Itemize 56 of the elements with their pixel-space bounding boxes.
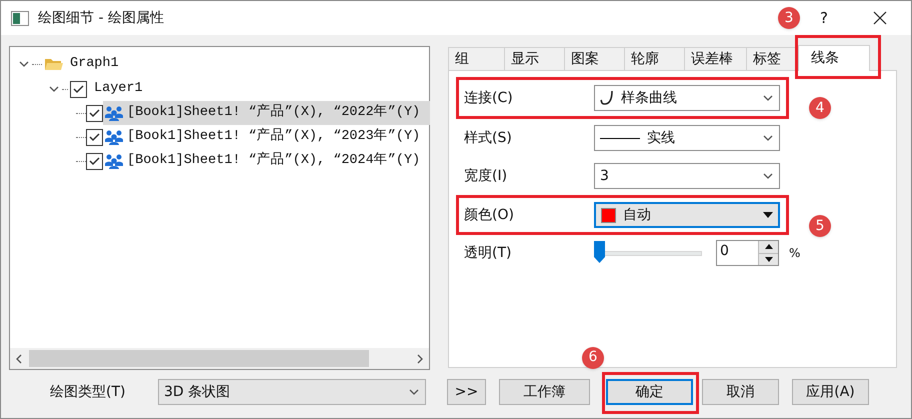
tab[interactable]: 轮廓 — [624, 47, 684, 70]
checkbox[interactable] — [86, 128, 103, 146]
checkmark-icon — [89, 132, 100, 142]
field-label: 连接(C) — [464, 88, 514, 108]
tree-item[interactable]: [Book1]Sheet1! “产品”(X), “2022年”(Y) — [103, 101, 430, 125]
checkmark-icon — [89, 108, 100, 118]
tab[interactable]: 误差棒 — [684, 47, 746, 70]
dropdown[interactable]: 实线 — [594, 125, 780, 151]
tab[interactable]: 线条 — [798, 45, 870, 71]
color-swatch — [601, 208, 616, 222]
dialog-button[interactable]: 取消 — [702, 379, 779, 406]
dialog-button[interactable]: 确定 — [606, 379, 693, 406]
step-badge: 5 — [809, 215, 831, 237]
tree-item[interactable]: Layer1 — [94, 78, 143, 100]
tab[interactable]: 图案 — [564, 47, 624, 70]
dialog-button[interactable]: 工作簿 — [499, 379, 590, 406]
window-title: 绘图细节 - 绘图属性 — [38, 8, 164, 28]
help-button[interactable]: ? — [804, 6, 844, 30]
tree-item[interactable]: Graph1 — [70, 54, 119, 74]
unit-label: % — [789, 245, 800, 262]
spin-up-icon[interactable] — [759, 241, 778, 252]
triangle-icon — [763, 212, 773, 218]
horizontal-scrollbar[interactable] — [10, 348, 429, 369]
tab[interactable]: 显示 — [504, 47, 564, 70]
people-icon — [104, 152, 124, 170]
people-icon — [104, 104, 124, 122]
checkmark-icon — [89, 156, 100, 166]
field-label: 透明(T) — [464, 244, 512, 262]
field-label: 绘图类型(T) — [50, 382, 126, 402]
curve-icon — [600, 90, 614, 106]
field-label: 颜色(O) — [464, 206, 515, 224]
tab[interactable]: 标签 — [746, 47, 795, 70]
close-icon[interactable] — [873, 11, 887, 25]
dialog-button[interactable]: >> — [447, 379, 486, 406]
tab[interactable]: 组 — [448, 47, 504, 70]
folder-icon — [44, 56, 64, 72]
field-label: 样式(S) — [464, 128, 513, 148]
dialog-button[interactable]: 应用(A) — [792, 379, 869, 406]
dropdown[interactable]: 样条曲线 — [594, 85, 780, 111]
dropdown[interactable]: 3 — [594, 163, 780, 189]
slider-thumb[interactable] — [594, 241, 605, 263]
app-icon — [11, 10, 29, 26]
step-badge: 4 — [809, 97, 831, 119]
people-icon — [104, 128, 124, 146]
tree-item[interactable]: [Book1]Sheet1! “产品”(X), “2023年”(Y) — [103, 125, 430, 149]
dropdown[interactable]: 自动 — [594, 202, 780, 228]
checkbox[interactable] — [70, 80, 87, 98]
dropdown[interactable]: 3D 条状图 — [158, 379, 426, 405]
tree-item[interactable]: [Book1]Sheet1! “产品”(X), “2024年”(Y) — [103, 149, 430, 173]
spin-down-icon[interactable] — [759, 252, 778, 265]
checkbox[interactable] — [86, 152, 103, 170]
checkmark-icon — [73, 84, 84, 94]
field-label: 宽度(I) — [464, 166, 508, 186]
spin-box[interactable]: 0 — [716, 240, 779, 266]
checkbox[interactable] — [86, 104, 103, 122]
slider[interactable] — [594, 241, 702, 265]
